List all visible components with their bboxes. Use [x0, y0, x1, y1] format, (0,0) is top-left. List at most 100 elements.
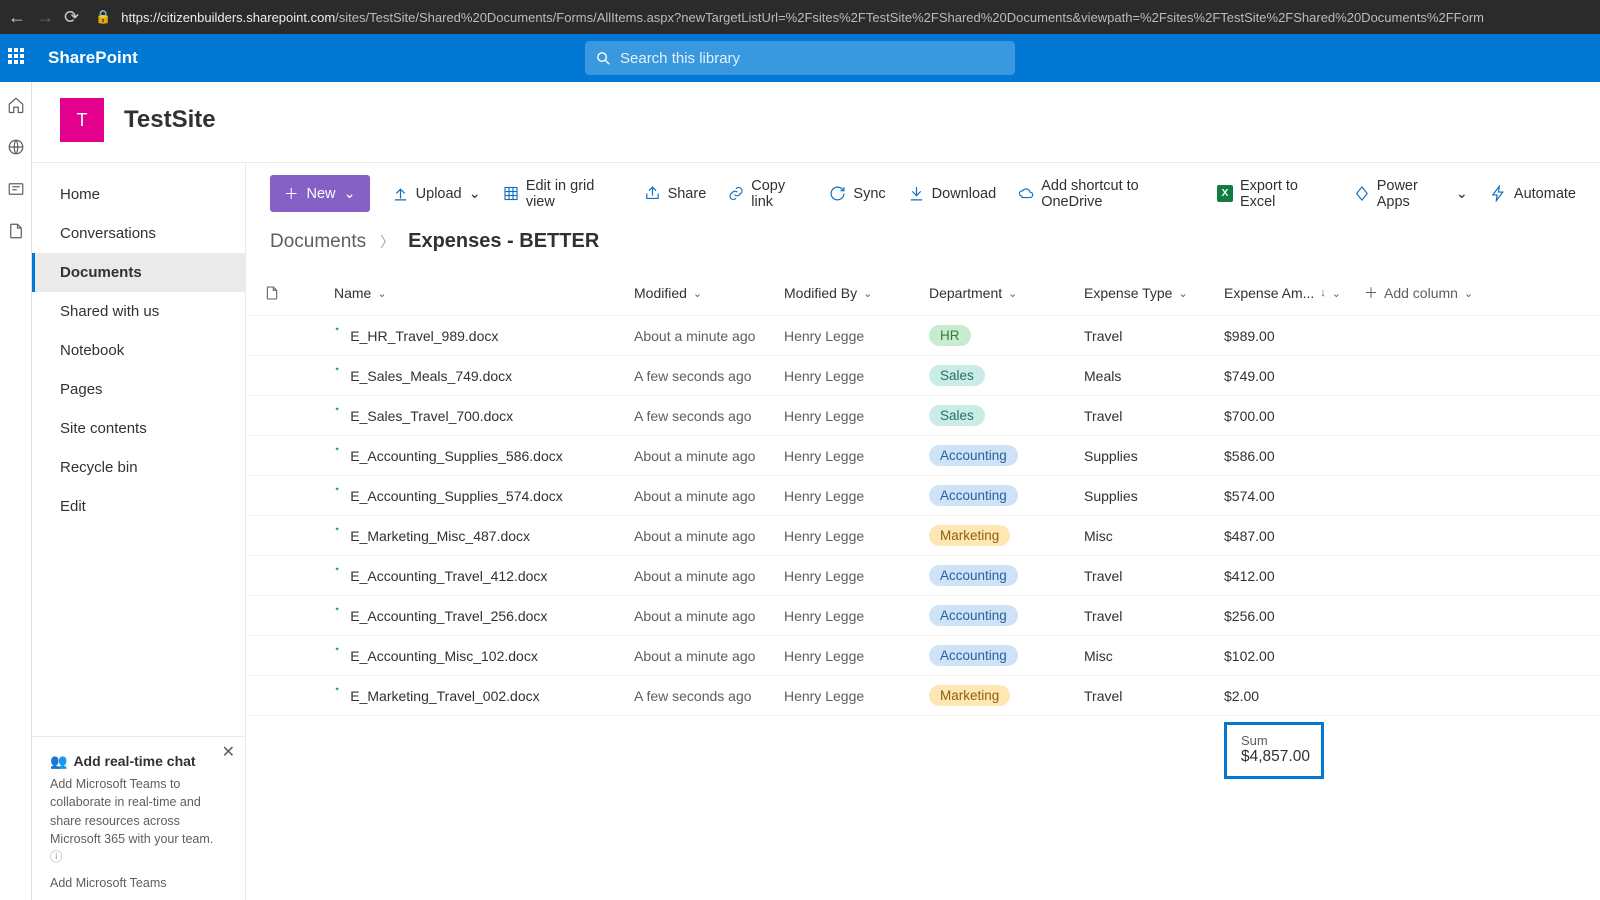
sidebar-item-shared-with-us[interactable]: Shared with us [32, 292, 245, 331]
expense-type-cell: Travel [1084, 328, 1224, 344]
new-indicator-icon: ⋆ [334, 644, 340, 655]
file-name[interactable]: ⋆E_HR_Travel_989.docx [334, 328, 634, 344]
globe-icon[interactable] [7, 138, 25, 156]
promo-link[interactable]: Add Microsoft Teams [50, 874, 227, 892]
col-modified-by[interactable]: Modified By⌄ [784, 285, 929, 301]
powerapps-icon [1354, 185, 1370, 202]
col-department[interactable]: Department⌄ [929, 285, 1084, 301]
modified-by-cell[interactable]: Henry Legge [784, 608, 929, 624]
teams-promo: ✕ 👥 Add real-time chat Add Microsoft Tea… [32, 736, 245, 900]
powerapps-button[interactable]: Power Apps⌄ [1354, 178, 1468, 210]
modified-by-cell[interactable]: Henry Legge [784, 528, 929, 544]
document-area: ＋ New ⌄ Upload⌄ Edit in grid view Share … [246, 163, 1600, 900]
automate-button[interactable]: Automate [1490, 185, 1576, 202]
document-list: Name⌄ Modified⌄ Modified By⌄ Department⌄… [246, 271, 1600, 759]
new-button[interactable]: ＋ New ⌄ [270, 175, 370, 212]
file-name[interactable]: ⋆E_Accounting_Travel_256.docx [334, 608, 634, 624]
expense-amount-cell: $700.00 [1224, 408, 1364, 424]
modified-by-cell[interactable]: Henry Legge [784, 488, 929, 504]
table-row[interactable]: ⋆E_Accounting_Supplies_586.docxAbout a m… [246, 435, 1600, 475]
modified-by-cell[interactable]: Henry Legge [784, 328, 929, 344]
modified-cell: A few seconds ago [634, 368, 784, 384]
table-row[interactable]: ⋆E_Sales_Meals_749.docxA few seconds ago… [246, 355, 1600, 395]
command-bar: ＋ New ⌄ Upload⌄ Edit in grid view Share … [246, 163, 1600, 224]
edit-grid-button[interactable]: Edit in grid view [503, 178, 622, 210]
search-box[interactable] [585, 41, 1015, 75]
sidebar-item-home[interactable]: Home [32, 175, 245, 214]
close-icon[interactable]: ✕ [222, 741, 235, 764]
back-button[interactable]: ← [8, 7, 26, 28]
col-name[interactable]: Name⌄ [334, 285, 634, 301]
add-column-button[interactable]: ＋Add column⌄ [1364, 283, 1524, 303]
modified-cell: A few seconds ago [634, 688, 784, 704]
download-icon [908, 185, 925, 202]
sidebar-item-conversations[interactable]: Conversations [32, 214, 245, 253]
suite-bar: SharePoint [0, 34, 1600, 82]
app-launcher-icon[interactable] [8, 48, 28, 68]
search-input[interactable] [620, 50, 1005, 67]
file-name[interactable]: ⋆E_Sales_Meals_749.docx [334, 368, 634, 384]
modified-by-cell[interactable]: Henry Legge [784, 448, 929, 464]
export-excel-button[interactable]: XExport to Excel [1217, 178, 1332, 210]
col-doc-icon[interactable] [264, 284, 334, 302]
table-row[interactable]: ⋆E_Accounting_Travel_256.docxAbout a min… [246, 595, 1600, 635]
share-button[interactable]: Share [644, 185, 707, 202]
table-row[interactable]: ⋆E_Accounting_Supplies_574.docxAbout a m… [246, 475, 1600, 515]
col-expense-amount[interactable]: Expense Am...↓⌄ [1224, 285, 1364, 301]
modified-by-cell[interactable]: Henry Legge [784, 368, 929, 384]
home-icon[interactable] [7, 96, 25, 114]
sidebar-item-site-contents[interactable]: Site contents [32, 409, 245, 448]
new-indicator-icon: ⋆ [334, 524, 340, 535]
file-name[interactable]: ⋆E_Accounting_Misc_102.docx [334, 648, 634, 664]
file-icon[interactable] [7, 222, 25, 240]
sidebar-item-recycle-bin[interactable]: Recycle bin [32, 448, 245, 487]
product-name: SharePoint [48, 48, 138, 68]
col-expense-type[interactable]: Expense Type⌄ [1084, 285, 1224, 301]
address-bar[interactable]: https://citizenbuilders.sharepoint.com/s… [121, 10, 1484, 25]
modified-by-cell[interactable]: Henry Legge [784, 648, 929, 664]
lock-icon: 🔒 [95, 9, 111, 25]
sidebar-item-pages[interactable]: Pages [32, 370, 245, 409]
department-cell: Accounting [929, 645, 1084, 666]
file-name[interactable]: ⋆E_Sales_Travel_700.docx [334, 408, 634, 424]
file-name[interactable]: ⋆E_Accounting_Travel_412.docx [334, 568, 634, 584]
info-icon[interactable]: ⓘ [50, 850, 63, 864]
col-modified[interactable]: Modified⌄ [634, 285, 784, 301]
upload-button[interactable]: Upload⌄ [392, 185, 481, 202]
sync-button[interactable]: Sync [829, 185, 885, 202]
file-icon [264, 284, 280, 302]
chevron-down-icon: ⌄ [469, 186, 481, 202]
table-row[interactable]: ⋆E_Accounting_Misc_102.docxAbout a minut… [246, 635, 1600, 675]
site-title[interactable]: TestSite [124, 106, 216, 134]
promo-title: 👥 Add real-time chat [50, 751, 227, 771]
sidebar-item-notebook[interactable]: Notebook [32, 331, 245, 370]
expense-amount-cell: $989.00 [1224, 328, 1364, 344]
file-name[interactable]: ⋆E_Marketing_Travel_002.docx [334, 688, 634, 704]
copylink-button[interactable]: Copy link [728, 178, 807, 210]
modified-cell: About a minute ago [634, 488, 784, 504]
reload-button[interactable]: ⟳ [64, 7, 79, 28]
file-name[interactable]: ⋆E_Accounting_Supplies_574.docx [334, 488, 634, 504]
file-name[interactable]: ⋆E_Accounting_Supplies_586.docx [334, 448, 634, 464]
forward-button[interactable]: → [36, 7, 54, 28]
modified-by-cell[interactable]: Henry Legge [784, 688, 929, 704]
modified-by-cell[interactable]: Henry Legge [784, 568, 929, 584]
modified-cell: A few seconds ago [634, 408, 784, 424]
table-row[interactable]: ⋆E_Accounting_Travel_412.docxAbout a min… [246, 555, 1600, 595]
table-row[interactable]: ⋆E_Marketing_Misc_487.docxAbout a minute… [246, 515, 1600, 555]
table-row[interactable]: ⋆E_HR_Travel_989.docxAbout a minute agoH… [246, 315, 1600, 355]
table-row[interactable]: ⋆E_Marketing_Travel_002.docxA few second… [246, 675, 1600, 715]
news-icon[interactable] [7, 180, 25, 198]
search-icon [595, 50, 612, 67]
breadcrumb-root[interactable]: Documents [270, 231, 366, 253]
download-button[interactable]: Download [908, 185, 997, 202]
add-shortcut-button[interactable]: Add shortcut to OneDrive [1018, 178, 1195, 210]
column-sum[interactable]: Sum $4,857.00 [1224, 722, 1324, 779]
site-logo[interactable]: T [60, 98, 104, 142]
file-name[interactable]: ⋆E_Marketing_Misc_487.docx [334, 528, 634, 544]
department-cell: Sales [929, 405, 1084, 426]
sidebar-item-edit[interactable]: Edit [32, 487, 245, 526]
sidebar-item-documents[interactable]: Documents [32, 253, 245, 292]
table-row[interactable]: ⋆E_Sales_Travel_700.docxA few seconds ag… [246, 395, 1600, 435]
modified-by-cell[interactable]: Henry Legge [784, 408, 929, 424]
